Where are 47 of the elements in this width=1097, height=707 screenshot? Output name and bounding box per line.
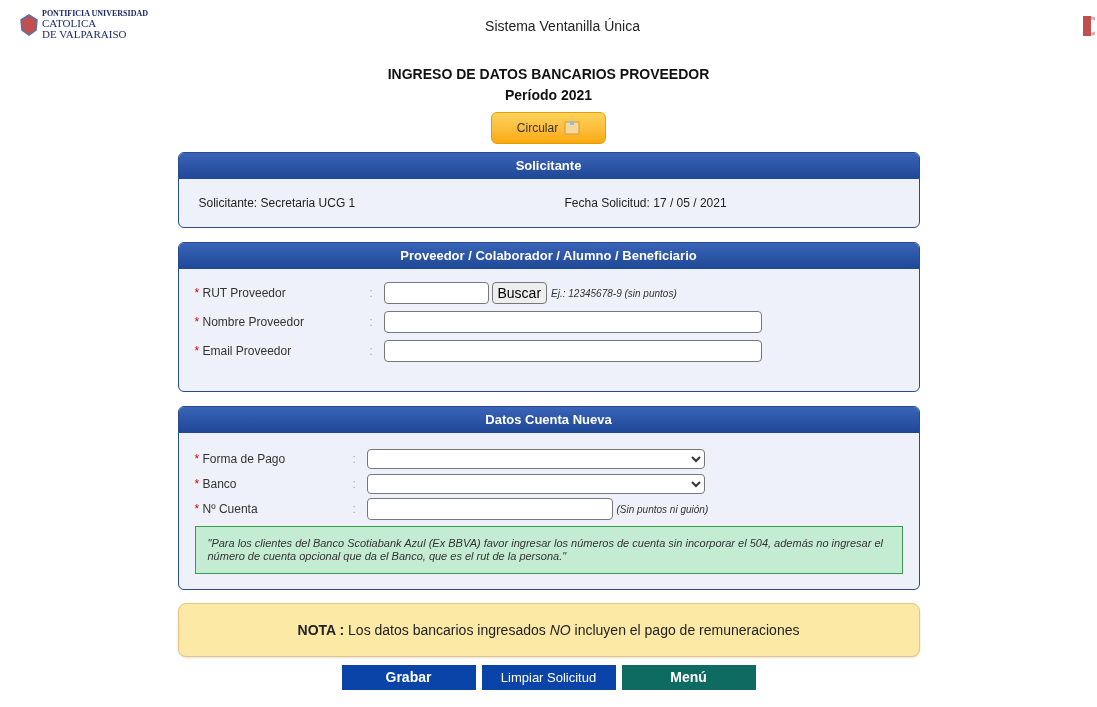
- action-button[interactable]: Limpiar Solicitud: [481, 665, 616, 690]
- solicitante-text: Solicitante: Secretaria UCG 1: [198, 195, 357, 212]
- field-label: Nº Cuenta: [202, 502, 258, 516]
- logo-icon: [1083, 16, 1095, 36]
- document-icon: [564, 121, 581, 135]
- required-mark: *: [194, 477, 200, 491]
- input-field[interactable]: [383, 311, 762, 333]
- colon: :: [352, 452, 356, 466]
- select-field[interactable]: [366, 474, 705, 494]
- colon: :: [352, 477, 356, 491]
- colon: :: [352, 502, 356, 516]
- period-text: Período 2021: [504, 86, 593, 105]
- required-mark: *: [194, 286, 200, 300]
- action-button[interactable]: Menú: [621, 665, 756, 690]
- field-label: Email Proveedor: [202, 344, 292, 358]
- input-field[interactable]: [383, 340, 762, 362]
- required-mark: *: [194, 452, 200, 466]
- circular-button[interactable]: Circular: [491, 112, 606, 144]
- field-label: RUT Proveedor: [202, 286, 286, 300]
- panel-heading: Datos Cuenta Nueva: [178, 407, 919, 433]
- seal-icon: [20, 14, 38, 36]
- search-button[interactable]: Buscar: [491, 282, 548, 304]
- system-title: Sistema Ventanilla Única: [485, 17, 640, 36]
- action-button[interactable]: Grabar: [341, 665, 476, 690]
- page-title: INGRESO DE DATOS BANCARIOS PROVEEDOR: [387, 65, 710, 84]
- colon: :: [369, 315, 373, 329]
- logo-text: CATOLICA: [42, 18, 98, 29]
- required-mark: *: [194, 344, 200, 358]
- fecha-text: Fecha Solicitud: 17 / 05 / 2021: [564, 195, 727, 212]
- required-mark: *: [194, 315, 200, 329]
- select-field[interactable]: [366, 449, 705, 469]
- colon: :: [369, 344, 373, 358]
- input-field[interactable]: [383, 282, 489, 304]
- panel-heading: Solicitante: [178, 153, 919, 179]
- colon: :: [369, 286, 373, 300]
- logo-text: DE VALPARAISO: [42, 29, 128, 40]
- field-hint: Ej.: 12345678-9 (sin puntos): [551, 286, 677, 301]
- panel-heading: Proveedor / Colaborador / Alumno / Beneficiario: [178, 243, 919, 269]
- nota-text: NOTA : Los datos bancarios ingresados NO incluyen el pago de remuneraciones: [297, 620, 800, 640]
- field-label: Forma de Pago: [202, 452, 286, 466]
- field-label: Banco: [202, 477, 237, 491]
- required-mark: *: [194, 502, 200, 516]
- field-label: Nombre Proveedor: [202, 315, 304, 329]
- field-hint: (Sin puntos ni guión): [616, 502, 709, 517]
- input-field[interactable]: [366, 498, 613, 520]
- notice-text: "Para los clientes del Banco Scotiabank Azul (Ex BBVA) favor ingresar los números de cuenta sin incorporar el 504, además no ingresar el número de cuenta opcional que da el Banco, que es el rut de la persona.": [207, 537, 884, 563]
- logo-text: PONTIFICIA UNIVERSIDAD: [42, 10, 148, 18]
